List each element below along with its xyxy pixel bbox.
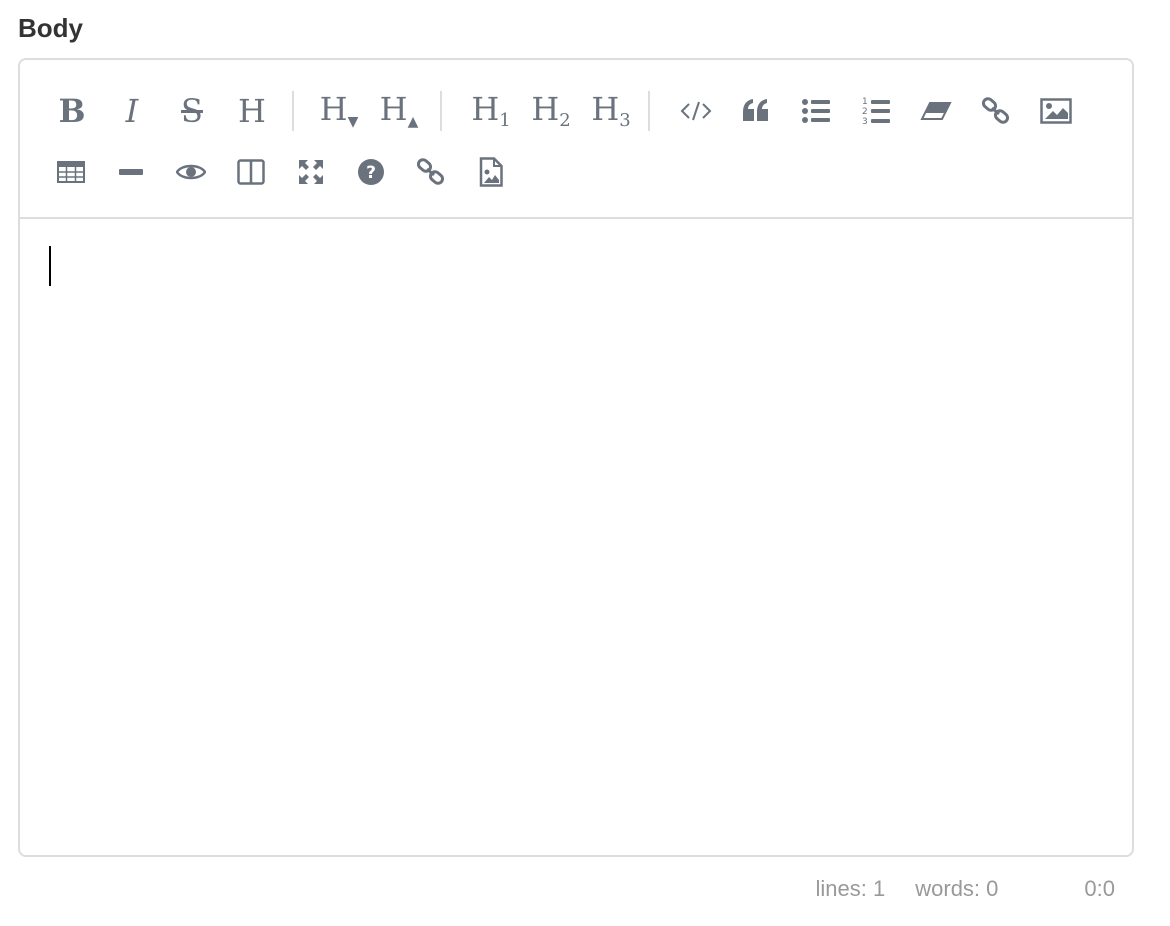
- svg-text:3: 3: [862, 117, 868, 127]
- link-alt-button[interactable]: [408, 149, 454, 195]
- markdown-editor: B I S H H▼ H▲ H1 H2 H3 1 2 3 ?: [18, 58, 1134, 857]
- heading-2-button[interactable]: H2: [525, 88, 577, 134]
- svg-text:1: 1: [862, 97, 868, 107]
- question-circle-icon: ?: [358, 159, 384, 185]
- file-image-icon: [479, 157, 503, 187]
- toolbar-separator: [440, 91, 442, 131]
- heading-1-icon: H1: [471, 89, 511, 131]
- bold-button[interactable]: B: [49, 88, 95, 134]
- italic-button[interactable]: I: [109, 88, 155, 134]
- field-label: Body: [18, 13, 83, 43]
- clean-block-button[interactable]: [913, 88, 959, 134]
- status-words: words: 0: [915, 876, 999, 901]
- link-button[interactable]: [973, 88, 1019, 134]
- heading-button[interactable]: H: [229, 88, 275, 134]
- fullscreen-button[interactable]: [288, 149, 334, 195]
- strikethrough-button[interactable]: S: [169, 88, 215, 134]
- code-button[interactable]: [673, 88, 719, 134]
- markdown-guide-button[interactable]: ?: [348, 149, 394, 195]
- table-button[interactable]: [48, 149, 94, 195]
- side-by-side-button[interactable]: [228, 149, 274, 195]
- numbered-list-icon: 1 2 3: [862, 97, 890, 127]
- editor-toolbar: B I S H H▼ H▲ H1 H2 H3 1 2 3 ?: [20, 60, 1132, 219]
- toolbar-separator: [292, 91, 294, 131]
- editor-statusbar: lines: 1 words: 0 0:0: [816, 876, 1115, 902]
- ordered-list-button[interactable]: 1 2 3: [853, 88, 899, 134]
- link-icon: [416, 158, 445, 185]
- horizontal-rule-button[interactable]: [108, 149, 154, 195]
- text-cursor: [49, 246, 51, 286]
- heading-3-button[interactable]: H3: [585, 88, 637, 134]
- svg-text:2: 2: [862, 107, 868, 117]
- heading-3-icon: H3: [591, 89, 631, 131]
- bold-icon: B: [58, 92, 86, 130]
- expand-icon: [299, 160, 323, 184]
- quote-button[interactable]: [733, 88, 779, 134]
- heading-smaller-button[interactable]: H▼: [313, 88, 365, 134]
- image-button[interactable]: [1033, 88, 1079, 134]
- eraser-icon: [920, 102, 952, 120]
- editor-text-area[interactable]: [20, 219, 1132, 855]
- toolbar-separator: [648, 91, 650, 131]
- heading-2-icon: H2: [531, 89, 571, 131]
- heading-bigger-icon: H▲: [379, 90, 419, 130]
- bullet-list-icon: [802, 99, 830, 123]
- quote-icon: [743, 99, 768, 121]
- svg-text:?: ?: [366, 163, 376, 183]
- status-lines: lines: 1: [815, 876, 886, 901]
- italic-icon: I: [125, 92, 139, 130]
- strikethrough-icon: S: [181, 92, 203, 130]
- heading-bigger-button[interactable]: H▲: [373, 88, 425, 134]
- link-icon: [981, 97, 1010, 124]
- heading-icon: H: [238, 92, 266, 130]
- unordered-list-button[interactable]: [793, 88, 839, 134]
- minus-icon: [119, 169, 143, 175]
- table-icon: [57, 161, 85, 183]
- code-icon: [680, 101, 712, 121]
- columns-icon: [237, 159, 265, 185]
- preview-button[interactable]: [168, 149, 214, 195]
- heading-smaller-icon: H▼: [319, 90, 359, 130]
- image-icon: [1040, 98, 1072, 124]
- heading-1-button[interactable]: H1: [465, 88, 517, 134]
- status-cursor: 0:0: [1084, 876, 1115, 901]
- eye-icon: [176, 164, 206, 180]
- upload-image-button[interactable]: [468, 149, 514, 195]
